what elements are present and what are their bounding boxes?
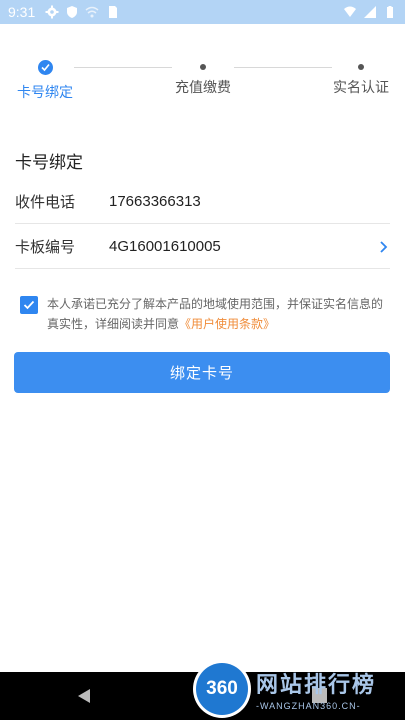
- check-circle-icon: [37, 60, 53, 75]
- step-card-bind: 卡号绑定: [15, 58, 75, 102]
- step-dot-icon: [200, 64, 206, 70]
- back-icon[interactable]: [76, 688, 92, 704]
- status-time: 9:31: [8, 4, 36, 20]
- bind-card-button[interactable]: 绑定卡号: [14, 352, 390, 393]
- wifi-off-icon: [85, 6, 99, 18]
- phone-value[interactable]: 17663366313: [109, 193, 390, 210]
- step-connector: [234, 67, 332, 68]
- board-number-value[interactable]: 4G16001610005: [109, 238, 378, 255]
- status-right-group: [343, 5, 397, 19]
- progress-stepper: 卡号绑定 充值缴费 实名认证: [0, 58, 405, 101]
- sim-card-icon: [109, 6, 118, 18]
- status-bar: 9:31: [0, 0, 405, 24]
- shield-icon: [67, 6, 78, 18]
- board-number-row[interactable]: 卡板编号 4G16001610005: [15, 225, 390, 269]
- check-icon: [23, 300, 35, 310]
- step-dot-icon: [358, 64, 364, 70]
- watermark-logo: 360: [196, 663, 248, 715]
- agreement-text-wrap: 本人承诺已充分了解本产品的地域使用范围，并保证实名信息的真实性，详细阅读并同意《…: [47, 294, 392, 334]
- watermark: 360 网站排行榜 -WANGZHAN360.CN-: [196, 658, 405, 720]
- settings-gear-icon: [45, 5, 59, 19]
- step-connector: [74, 67, 172, 68]
- section-title: 卡号绑定: [15, 153, 83, 173]
- step-label: 实名认证: [333, 80, 389, 96]
- watermark-title: 网站排行榜: [256, 673, 377, 698]
- agreement-checkbox[interactable]: [20, 296, 38, 314]
- watermark-text: 网站排行榜 -WANGZHAN360.CN-: [256, 667, 376, 711]
- wifi-icon: [344, 6, 356, 17]
- step-label: 充值缴费: [175, 80, 231, 96]
- step-label: 卡号绑定: [17, 85, 73, 101]
- signal-icon: [364, 6, 376, 18]
- step-recharge: 充值缴费: [173, 58, 233, 97]
- agreement-block: 本人承诺已充分了解本产品的地域使用范围，并保证实名信息的真实性，详细阅读并同意《…: [20, 294, 392, 334]
- phone-label: 收件电话: [15, 193, 76, 211]
- battery-icon: [387, 6, 393, 18]
- terms-link[interactable]: 《用户使用条款》: [179, 317, 275, 331]
- chevron-right-icon[interactable]: [378, 240, 390, 254]
- watermark-subtitle: -WANGZHAN360.CN-: [256, 701, 361, 711]
- step-real-name: 实名认证: [331, 58, 391, 97]
- phone-field-row[interactable]: 收件电话 17663366313: [15, 180, 390, 224]
- board-number-label: 卡板编号: [15, 238, 76, 256]
